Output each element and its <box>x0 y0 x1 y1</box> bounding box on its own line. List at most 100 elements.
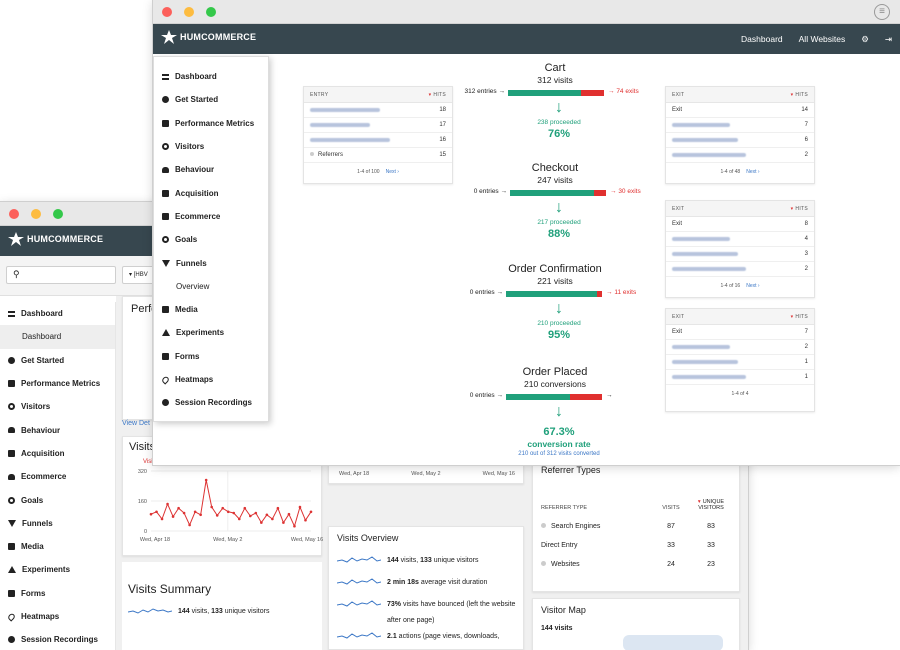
sidebar-item-label: Behaviour <box>21 425 61 435</box>
entry-row[interactable]: 17 <box>304 118 452 133</box>
menu-item-behaviour[interactable]: Behaviour <box>154 158 268 181</box>
referrer-table-body: Search Engines 87 83 Direct Entry 33 33 Websit… <box>533 517 739 574</box>
overview-bold2: 133 <box>420 556 432 564</box>
hits-col-header[interactable]: ▾ HITS <box>429 92 446 98</box>
arrow-down-icon: ↓ <box>555 99 563 116</box>
sidebar-item-get-started[interactable]: Get Started <box>0 349 115 372</box>
maximize-window-button[interactable] <box>206 7 216 17</box>
sidebar-item-acquisition[interactable]: Acquisition <box>0 442 115 465</box>
sidebar-item-performance-metrics[interactable]: Performance Metrics <box>0 372 115 395</box>
nav-dashboard[interactable]: Dashboard <box>733 34 791 44</box>
exit-row[interactable]: 2 <box>666 262 814 277</box>
sidebar-item-media[interactable]: Media <box>0 535 115 558</box>
metrics-icon <box>162 119 169 127</box>
brand-name: HUMCOMMERCE <box>27 234 104 244</box>
menu-item-label: Dashboard <box>175 72 217 82</box>
exit-row[interactable]: 1 <box>666 355 814 370</box>
sidebar-item-funnels[interactable]: Funnels <box>0 512 115 535</box>
visits-point <box>155 510 158 514</box>
visitor-map-visits: 144 visits <box>541 625 573 632</box>
hits-col-header[interactable]: ▾ HITS <box>791 314 808 320</box>
exit-row[interactable]: 2 <box>666 340 814 355</box>
stage-visits: 312 visits <box>537 75 573 85</box>
close-window-button[interactable] <box>162 7 172 17</box>
sidebar-item-forms[interactable]: Forms <box>0 582 115 605</box>
stage-entries: 0 entries → <box>474 188 507 195</box>
exit-row[interactable]: 6 <box>666 133 814 148</box>
sidebar-item-session-recordings[interactable]: Session Recordings <box>0 628 115 650</box>
hits-col-header[interactable]: ▾ HITS <box>791 92 808 98</box>
view-details-link[interactable]: View Det <box>122 420 150 427</box>
logout-icon[interactable]: ⇥ <box>877 34 900 45</box>
menu-item-dashboard[interactable]: Dashboard <box>154 65 268 88</box>
exit-row[interactable]: Exit 7 <box>666 325 814 340</box>
referrers-row[interactable]: Referrers 15 <box>304 148 452 163</box>
exit-next-link[interactable]: Next › <box>746 169 759 175</box>
menu-item-funnels[interactable]: Funnels <box>154 251 268 274</box>
visits-point <box>254 511 258 515</box>
menu-item-performance-metrics[interactable]: Performance Metrics <box>154 112 268 135</box>
overview-text: average visit duration <box>418 578 488 586</box>
world-map[interactable] <box>623 635 723 650</box>
menu-item-ecommerce[interactable]: Ecommerce <box>154 205 268 228</box>
exit-next-link[interactable]: Next › <box>746 283 759 289</box>
stage-progress-bar <box>508 90 604 96</box>
exit-col-header: EXIT <box>672 313 685 320</box>
sidebar-item-goals[interactable]: Goals <box>0 488 115 511</box>
entry-row[interactable]: 16 <box>304 133 452 148</box>
menu-item-goals[interactable]: Goals <box>154 228 268 251</box>
stage-proceeded: 217 proceeded 88% <box>499 219 619 240</box>
referrer-row[interactable]: Direct Entry 33 33 <box>533 536 739 555</box>
visits-point <box>232 511 236 515</box>
sidebar-item-heatmaps[interactable]: Heatmaps <box>0 605 115 628</box>
entry-row[interactable]: 18 <box>304 103 452 118</box>
visits-point <box>282 521 285 524</box>
menu-item-acquisition[interactable]: Acquisition <box>154 181 268 204</box>
hamburger-menu-icon[interactable]: ≡ <box>874 4 890 20</box>
menu-item-get-started[interactable]: Get Started <box>154 88 268 111</box>
referrer-col-unique-label: UNIQUE VISITORS <box>698 499 725 511</box>
sidebar-item-dashboard[interactable]: Dashboard <box>0 302 115 325</box>
hits-col-header[interactable]: ▾ HITS <box>791 206 808 212</box>
menu-item-overview[interactable]: Overview <box>154 275 268 298</box>
menu-item-visitors[interactable]: Visitors <box>154 135 268 158</box>
exit-row[interactable]: Exit 14 <box>666 103 814 118</box>
exit-hits-value: 8 <box>804 221 808 227</box>
exit-row[interactable]: 3 <box>666 247 814 262</box>
search-input[interactable]: ⚲ <box>6 266 116 284</box>
minimize-window-button[interactable] <box>184 7 194 17</box>
brand-logo[interactable]: HUMCOMMERCE <box>8 232 103 246</box>
minimize-window-button[interactable] <box>31 209 41 219</box>
funnel-icon <box>8 519 16 527</box>
exit-row[interactable]: 7 <box>666 118 814 133</box>
menu-item-session-recordings[interactable]: Session Recordings <box>154 391 268 414</box>
sidebar-item-ecommerce[interactable]: Ecommerce <box>0 465 115 488</box>
blurred-url <box>672 153 746 157</box>
menu-item-heatmaps[interactable]: Heatmaps <box>154 368 268 391</box>
menu-item-media[interactable]: Media <box>154 298 268 321</box>
brand-logo[interactable]: HUMCOMMERCE <box>161 30 256 44</box>
maximize-window-button[interactable] <box>53 209 63 219</box>
visits-point <box>249 514 252 518</box>
funnel-icon <box>162 259 170 267</box>
sidebar-item-experiments[interactable]: Experiments <box>0 558 115 581</box>
sidebar-item-behaviour[interactable]: Behaviour <box>0 418 115 441</box>
exit-segment <box>597 291 602 297</box>
referrer-name: Direct Entry <box>541 542 578 549</box>
sidebar-item-dashboard-sub[interactable]: Dashboard <box>0 325 115 349</box>
exit-row[interactable]: 1 <box>666 370 814 385</box>
sidebar-item-visitors[interactable]: Visitors <box>0 395 115 418</box>
exit-row[interactable]: 2 <box>666 148 814 163</box>
nav-all-websites[interactable]: All Websites <box>791 34 854 44</box>
referrer-row[interactable]: Websites 24 23 <box>533 555 739 574</box>
close-window-button[interactable] <box>9 209 19 219</box>
overview-text2: unique visitors <box>431 556 479 564</box>
gear-icon[interactable]: ⚙ <box>853 34 877 45</box>
menu-item-experiments[interactable]: Experiments <box>154 321 268 344</box>
referrer-col-unique[interactable]: ▾ UNIQUE VISITORS <box>691 499 731 511</box>
menu-item-forms[interactable]: Forms <box>154 345 268 368</box>
exit-row[interactable]: 4 <box>666 232 814 247</box>
exit-row[interactable]: Exit 8 <box>666 217 814 232</box>
entry-next-link[interactable]: Next › <box>386 169 399 175</box>
referrer-row[interactable]: Search Engines 87 83 <box>533 517 739 536</box>
